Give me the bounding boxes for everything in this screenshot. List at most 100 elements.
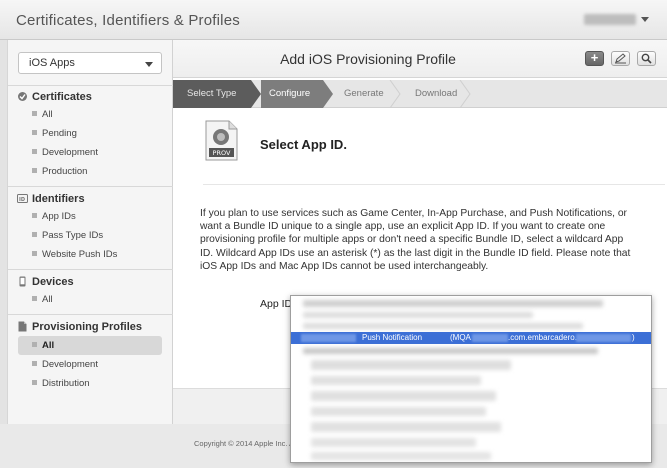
list-item[interactable] xyxy=(311,422,501,432)
redacted-text xyxy=(301,334,356,342)
certificate-icon xyxy=(18,92,27,101)
wizard-steps: Select Type Configure Generate Download xyxy=(173,80,667,108)
app-id-description: If you plan to use services such as Game… xyxy=(200,208,631,272)
sidebar-item-pass-type-ids[interactable]: Pass Type IDs xyxy=(18,226,162,245)
add-button[interactable]: + xyxy=(585,51,604,66)
list-item[interactable] xyxy=(303,300,603,307)
id-badge-icon: ID xyxy=(17,194,28,203)
sidebar-item-label: Distribution xyxy=(42,378,90,389)
selected-bundle-domain: .com.embarcadero. xyxy=(508,333,577,342)
divider xyxy=(8,269,174,270)
list-item[interactable] xyxy=(303,323,583,329)
pencil-icon xyxy=(615,53,626,64)
app-title: Certificates, Identifiers & Profiles xyxy=(16,12,240,29)
sidebar: iOS Apps Certificates All Pending Develo… xyxy=(7,40,174,424)
platform-select-value: iOS Apps xyxy=(29,57,75,69)
sidebar-section-devices: Devices xyxy=(8,272,174,292)
list-item[interactable] xyxy=(311,360,511,370)
provisioning-profile-icon: PROV xyxy=(205,120,238,161)
sidebar-item-label: Development xyxy=(42,359,98,370)
list-item[interactable] xyxy=(303,312,533,318)
sidebar-item-label: Development xyxy=(42,147,98,158)
sidebar-section-title: Provisioning Profiles xyxy=(32,321,143,333)
search-icon xyxy=(641,53,652,64)
sidebar-section-identifiers: ID Identifiers xyxy=(8,189,174,209)
sidebar-item-label: All xyxy=(42,294,53,305)
divider xyxy=(8,186,174,187)
sidebar-item-label: Pending xyxy=(42,128,77,139)
sidebar-item-devices-all[interactable]: All xyxy=(18,290,162,309)
bullet-icon xyxy=(32,213,37,218)
device-icon xyxy=(19,276,26,287)
bullet-icon xyxy=(32,232,37,237)
step-select-type: Select Type xyxy=(173,80,251,108)
sidebar-item-profiles-all[interactable]: All xyxy=(18,336,162,355)
sidebar-item-label: Pass Type IDs xyxy=(42,230,104,241)
bullet-icon xyxy=(32,342,37,347)
copyright-text: Copyright © 2014 Apple Inc. A xyxy=(194,439,295,448)
bullet-icon xyxy=(32,130,37,135)
document-icon xyxy=(18,321,27,332)
section-title: Select App ID. xyxy=(260,137,347,152)
selected-bundle-suffix: ) xyxy=(632,333,635,342)
sidebar-item-app-ids[interactable]: App IDs xyxy=(18,207,162,226)
bullet-icon xyxy=(32,149,37,154)
svg-text:ID: ID xyxy=(19,197,25,203)
bullet-icon xyxy=(32,168,37,173)
page-title: Add iOS Provisioning Profile xyxy=(280,51,456,67)
sidebar-item-profiles-development[interactable]: Development xyxy=(18,355,162,374)
divider xyxy=(8,85,174,86)
step-arrow xyxy=(251,80,261,108)
redacted-text xyxy=(576,334,631,342)
user-account-name[interactable] xyxy=(584,14,636,25)
search-button[interactable] xyxy=(637,51,656,66)
sidebar-item-label: Website Push IDs xyxy=(42,249,118,260)
sidebar-item-certificates-development[interactable]: Development xyxy=(18,143,162,162)
divider xyxy=(203,184,665,185)
bullet-icon xyxy=(32,361,37,366)
platform-select[interactable]: iOS Apps xyxy=(18,52,162,74)
sidebar-item-profiles-distribution[interactable]: Distribution xyxy=(18,374,162,393)
chevron-down-icon[interactable] xyxy=(641,17,649,22)
sidebar-item-certificates-production[interactable]: Production xyxy=(18,162,162,181)
list-item[interactable] xyxy=(311,452,491,460)
sidebar-item-certificates-pending[interactable]: Pending xyxy=(18,124,162,143)
list-item[interactable] xyxy=(311,376,481,385)
sidebar-section-provisioning-profiles: Provisioning Profiles xyxy=(8,317,174,337)
step-arrow xyxy=(323,80,333,108)
step-generate: Generate xyxy=(344,88,384,99)
list-item-selected[interactable]: Push Notification (MQA .com.embarcadero.… xyxy=(291,332,651,344)
sidebar-item-website-push-ids[interactable]: Website Push IDs xyxy=(18,245,162,264)
main-header: Add iOS Provisioning Profile + xyxy=(173,40,667,78)
sidebar-section-title: Devices xyxy=(32,276,74,288)
step-download: Download xyxy=(415,88,458,99)
list-item[interactable] xyxy=(311,438,476,447)
app-id-label: App ID xyxy=(260,298,293,310)
step-configure: Configure xyxy=(261,80,323,108)
app-id-dropdown-list[interactable]: Push Notification (MQA .com.embarcadero.… xyxy=(290,295,652,463)
step-separator xyxy=(389,80,401,108)
edit-button[interactable] xyxy=(611,51,630,66)
sidebar-section-title: Certificates xyxy=(32,91,92,103)
bullet-icon xyxy=(32,111,37,116)
top-bar: Certificates, Identifiers & Profiles xyxy=(0,0,667,40)
sidebar-item-label: All xyxy=(42,340,55,351)
selected-app-name: Push Notification xyxy=(362,333,423,342)
prov-icon-label: PROV xyxy=(213,149,231,157)
list-item[interactable] xyxy=(311,407,486,416)
bullet-icon xyxy=(32,251,37,256)
sidebar-item-certificates-all[interactable]: All xyxy=(18,105,162,124)
sidebar-section-certificates: Certificates xyxy=(8,87,174,107)
sidebar-item-label: Production xyxy=(42,166,88,177)
sidebar-item-label: App IDs xyxy=(42,211,76,222)
selected-bundle-prefix: (MQA xyxy=(450,333,471,342)
bullet-icon xyxy=(32,296,37,301)
sidebar-section-title: Identifiers xyxy=(32,193,85,205)
divider xyxy=(8,314,174,315)
redacted-text xyxy=(472,334,508,342)
list-item[interactable] xyxy=(311,391,496,401)
list-item[interactable] xyxy=(303,348,598,354)
chevron-down-icon xyxy=(145,62,153,67)
bullet-icon xyxy=(32,380,37,385)
sidebar-item-label: All xyxy=(42,109,53,120)
